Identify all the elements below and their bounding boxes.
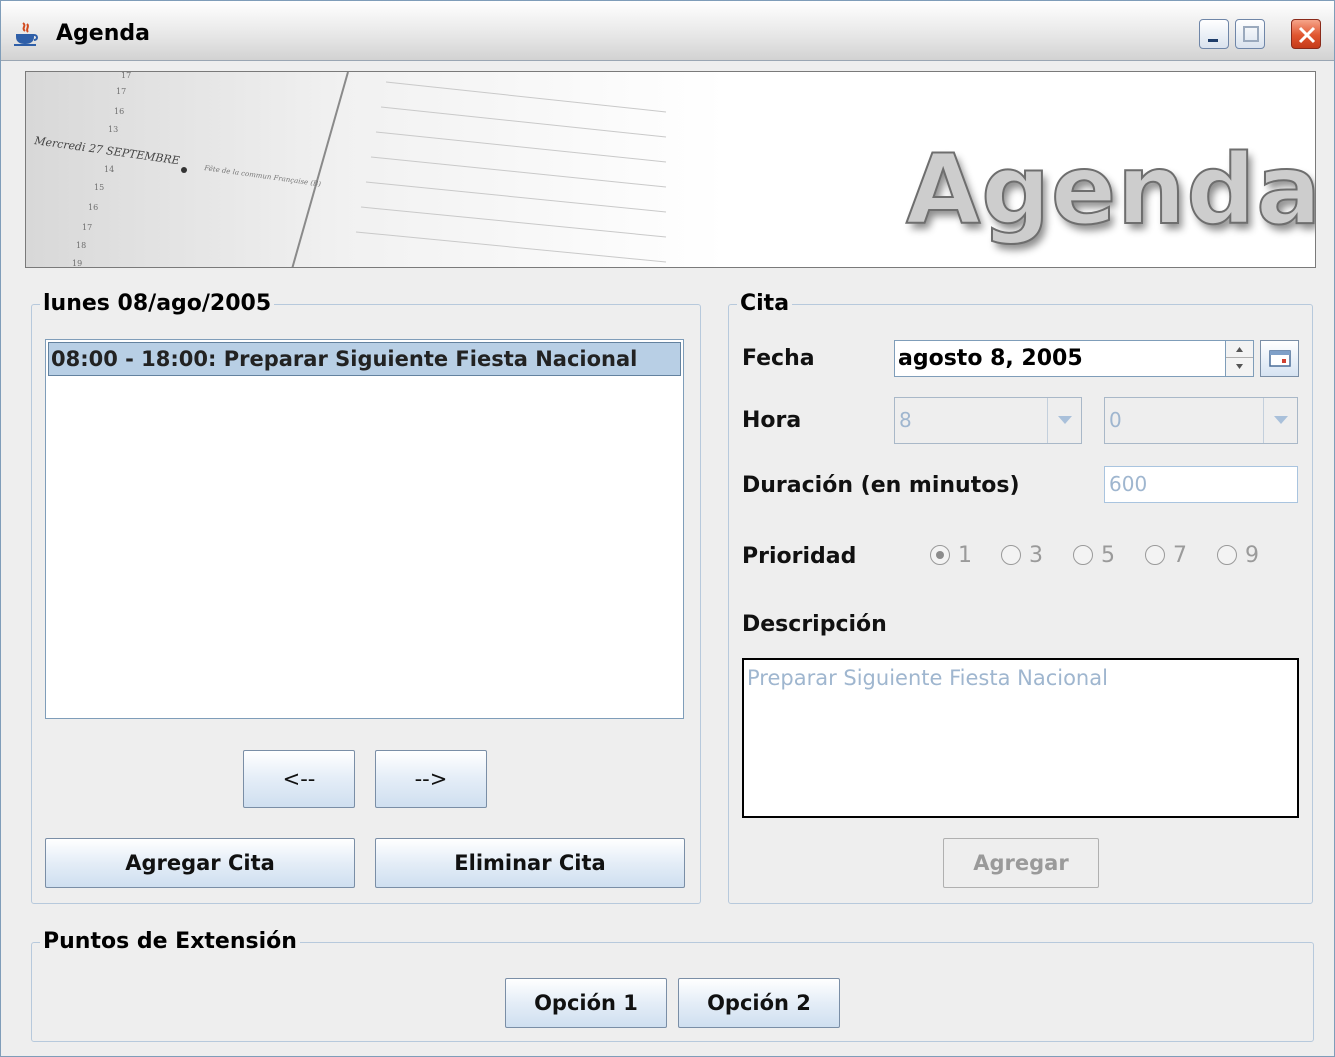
radio-selected-icon (930, 545, 950, 565)
chevron-up-icon (1236, 347, 1243, 352)
svg-text:13: 13 (108, 125, 118, 134)
radio-icon (1217, 545, 1237, 565)
previous-day-label: <-- (282, 767, 316, 791)
maximize-button[interactable] (1235, 19, 1265, 49)
title-bar[interactable]: Agenda (1, 1, 1334, 61)
priority-radio-7[interactable]: 7 (1145, 543, 1187, 569)
radio-icon (1073, 545, 1093, 565)
duration-field[interactable]: 600 (1104, 466, 1298, 503)
agregar-label: Agregar (973, 851, 1069, 875)
delete-appointment-label: Eliminar Cita (454, 851, 606, 875)
minute-value: 0 (1109, 408, 1122, 432)
priority-9-label: 9 (1245, 543, 1259, 568)
agenda-banner: 17 17 16 13 14 15 16 17 18 19 Mercredi 2… (25, 71, 1316, 268)
option-1-label: Opción 1 (534, 991, 638, 1015)
java-coffee-icon (14, 22, 38, 46)
chevron-down-icon (1058, 416, 1072, 424)
hour-value: 8 (899, 408, 912, 432)
minimize-button[interactable] (1199, 19, 1229, 49)
application-window: Agenda 17 17 16 13 14 15 16 17 18 19 Mer… (0, 0, 1335, 1057)
priority-radio-5[interactable]: 5 (1073, 543, 1115, 569)
hora-label: Hora (742, 408, 802, 433)
chevron-down-icon (1274, 416, 1288, 424)
minute-dropdown-arrow[interactable] (1263, 398, 1297, 443)
previous-day-button[interactable]: <-- (243, 750, 355, 808)
duracion-label: Duración (en minutos) (742, 473, 1020, 498)
chevron-down-icon (1236, 364, 1243, 369)
hour-select[interactable]: 8 (894, 397, 1082, 444)
minute-select[interactable]: 0 (1104, 397, 1298, 444)
delete-appointment-button[interactable]: Eliminar Cita (375, 838, 685, 888)
appointments-list[interactable]: 08:00 - 18:00: Preparar Siguiente Fiesta… (45, 339, 684, 719)
calendar-button[interactable] (1260, 340, 1299, 377)
priority-radio-9[interactable]: 9 (1217, 543, 1259, 569)
cita-title: Cita (737, 291, 793, 316)
maximize-icon (1243, 26, 1259, 42)
next-day-button[interactable]: --> (375, 750, 487, 808)
add-appointment-label: Agregar Cita (125, 851, 275, 875)
add-appointment-button[interactable]: Agregar Cita (45, 838, 355, 888)
close-icon (1298, 26, 1316, 44)
day-title: lunes 08/ago/2005 (40, 291, 275, 316)
svg-text:16: 16 (88, 203, 98, 212)
agregar-button[interactable]: Agregar (943, 838, 1099, 888)
extension-points-group: Puntos de Extensión (31, 929, 1314, 1042)
spinner-up[interactable] (1226, 341, 1253, 358)
svg-text:15: 15 (94, 183, 104, 192)
descripcion-label: Descripción (742, 612, 887, 637)
priority-3-label: 3 (1029, 543, 1043, 568)
list-item[interactable]: 08:00 - 18:00: Preparar Siguiente Fiesta… (48, 342, 681, 376)
svg-text:17: 17 (116, 87, 126, 96)
close-button[interactable] (1291, 19, 1321, 49)
fecha-label: Fecha (742, 346, 815, 371)
priority-7-label: 7 (1173, 543, 1187, 568)
option-2-label: Opción 2 (707, 991, 811, 1015)
priority-1-label: 1 (958, 543, 972, 568)
svg-text:18: 18 (76, 241, 86, 250)
radio-icon (1145, 545, 1165, 565)
prioridad-label: Prioridad (742, 544, 857, 569)
option-2-button[interactable]: Opción 2 (678, 978, 840, 1028)
spinner-down[interactable] (1226, 358, 1253, 375)
banner-title: Agenda (905, 133, 1316, 247)
option-1-button[interactable]: Opción 1 (505, 978, 667, 1028)
priority-5-label: 5 (1101, 543, 1115, 568)
svg-text:16: 16 (114, 107, 124, 116)
svg-text:19: 19 (72, 259, 82, 268)
description-textarea[interactable]: Preparar Siguiente Fiesta Nacional (742, 658, 1299, 818)
svg-text:14: 14 (104, 165, 114, 174)
minimize-icon (1208, 39, 1218, 42)
date-spinner[interactable] (1225, 340, 1254, 377)
next-day-label: --> (414, 767, 448, 791)
priority-radio-3[interactable]: 3 (1001, 543, 1043, 569)
extension-title: Puntos de Extensión (40, 929, 300, 954)
priority-radio-1[interactable]: 1 (930, 543, 972, 569)
svg-text:17: 17 (82, 223, 92, 232)
calendar-icon (1269, 350, 1291, 367)
radio-icon (1001, 545, 1021, 565)
svg-text:17: 17 (121, 72, 131, 80)
date-field[interactable]: agosto 8, 2005 (894, 340, 1226, 377)
window-title: Agenda (56, 21, 150, 46)
hour-dropdown-arrow[interactable] (1047, 398, 1081, 443)
